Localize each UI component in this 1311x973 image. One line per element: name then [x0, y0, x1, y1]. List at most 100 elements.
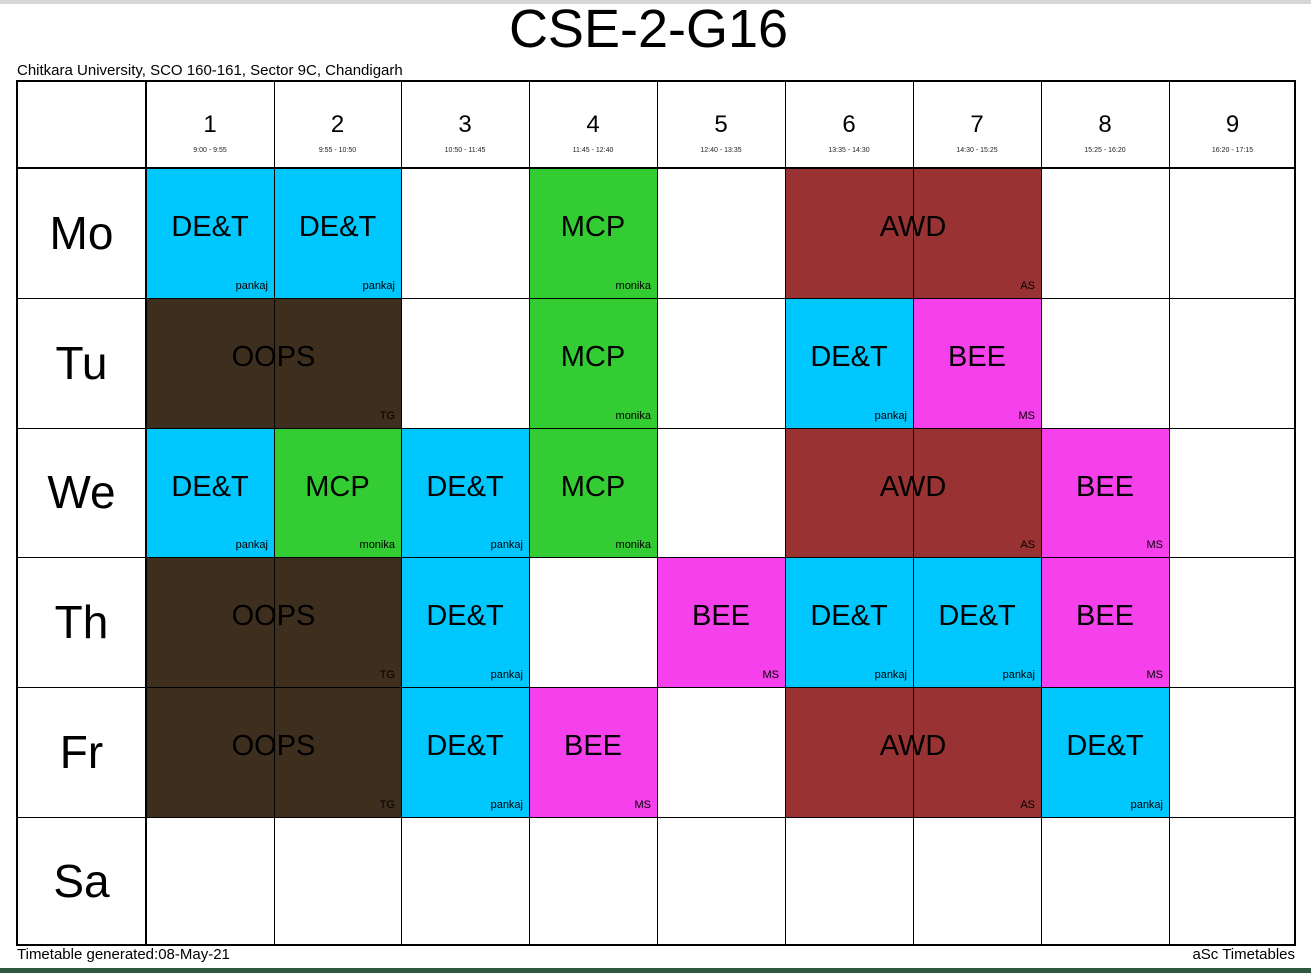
lesson-cell: MCP monika — [529, 298, 657, 428]
period-header: 7 14:30 - 15:25 — [913, 82, 1041, 168]
lesson-subject: BEE — [947, 341, 1007, 373]
period-time: 12:40 - 13:35 — [700, 147, 742, 154]
period-number: 3 — [458, 111, 472, 138]
lesson-cell: BEE MS — [913, 298, 1041, 428]
lesson-subject: DE&T — [426, 600, 504, 632]
lesson-cell: BEE MS — [657, 557, 785, 687]
period-header: 2 9:55 - 10:50 — [274, 82, 401, 168]
period-time: 13:35 - 14:30 — [828, 147, 870, 154]
grid-column-line — [145, 82, 147, 944]
lesson-cell: DE&T pankaj — [785, 557, 913, 687]
day-label: We — [47, 466, 116, 518]
timetable-grid: DE&T pankaj DE&T pankaj MCP monika AWD AS OOPS TG… — [16, 80, 1296, 946]
period-header: 3 10:50 - 11:45 — [401, 82, 529, 168]
period-time: 16:20 - 17:15 — [1211, 147, 1254, 154]
lesson-cell: BEE MS — [1041, 557, 1169, 687]
lesson-cell: DE&T pankaj — [401, 428, 529, 557]
day-label: Tu — [55, 337, 108, 389]
period-number: 5 — [714, 111, 728, 138]
lesson-cell: MCP monika — [529, 428, 657, 557]
lesson-teacher: pankaj — [1002, 669, 1035, 681]
period-header: 6 13:35 - 14:30 — [785, 82, 913, 168]
lesson-teacher: MS — [762, 669, 780, 681]
lesson-subject: DE&T — [1066, 730, 1144, 762]
period-time: 14:30 - 15:25 — [956, 147, 998, 154]
lesson-teacher: monika — [615, 410, 651, 422]
grid-column-line — [1041, 82, 1042, 944]
lesson-cell: DE&T pankaj — [785, 298, 913, 428]
day-label: Sa — [53, 855, 110, 907]
grid-column-line — [785, 82, 786, 944]
lesson-cell: BEE MS — [1041, 428, 1169, 557]
grid-row-line — [18, 428, 1294, 429]
lesson-cell: DE&T pankaj — [913, 557, 1041, 687]
period-time: 10:50 - 11:45 — [444, 147, 486, 154]
period-header: 1 9:00 - 9:55 — [146, 82, 274, 168]
period-number: 6 — [842, 111, 856, 138]
lesson-subject: BEE — [1075, 471, 1135, 503]
period-time: 9:55 - 10:50 — [318, 147, 357, 154]
grid-row-line — [18, 557, 1294, 558]
lesson-teacher: TG — [379, 669, 395, 681]
lesson-subject: DE&T — [426, 471, 504, 503]
lesson-teacher: pankaj — [235, 539, 268, 551]
period-number: 1 — [203, 111, 217, 138]
period-time: 15:25 - 16:20 — [1084, 147, 1126, 154]
lesson-teacher: pankaj — [490, 799, 523, 811]
period-header: 8 15:25 - 16:20 — [1041, 82, 1169, 168]
lesson-subject: MCP — [305, 471, 370, 503]
lesson-cell: DE&T pankaj — [146, 428, 274, 557]
day-label: Fr — [59, 726, 104, 778]
lesson-teacher: monika — [615, 280, 651, 292]
period-header: 4 11:45 - 12:40 — [529, 82, 657, 168]
lesson-teacher: MS — [1146, 669, 1164, 681]
lesson-teacher: TG — [379, 799, 395, 811]
lesson-subject: BEE — [691, 600, 751, 632]
lesson-subject: DE&T — [810, 600, 888, 632]
grid-column-line — [657, 82, 658, 944]
grid-row-line — [18, 817, 1294, 818]
lesson-teacher: pankaj — [490, 539, 523, 551]
period-number: 9 — [1225, 111, 1240, 138]
lesson-subject: DE&T — [298, 211, 377, 243]
period-number: 7 — [970, 111, 984, 138]
lesson-cell: DE&T pankaj — [1041, 687, 1169, 817]
lesson-cell: DE&T pankaj — [274, 168, 401, 298]
lesson-subject: DE&T — [810, 341, 888, 373]
period-number: 8 — [1098, 111, 1112, 138]
lesson-subject: DE&T — [426, 730, 504, 762]
lesson-teacher: AS — [1020, 799, 1035, 811]
lesson-teacher: AS — [1020, 539, 1035, 551]
lesson-subject: DE&T — [171, 471, 249, 503]
brand-label: aSc Timetables — [1192, 946, 1295, 963]
lesson-teacher: MS — [1146, 539, 1164, 551]
period-header: 5 12:40 - 13:35 — [657, 82, 785, 168]
lesson-teacher: pankaj — [1130, 799, 1163, 811]
lesson-teacher: pankaj — [362, 280, 395, 292]
viewer-bottom-bar — [0, 968, 1311, 973]
grid-row-line — [18, 687, 1294, 688]
lesson-teacher: monika — [615, 539, 651, 551]
lesson-subject: DE&T — [938, 600, 1016, 632]
lesson-subject: MCP — [560, 211, 626, 243]
lesson-cell: DE&T pankaj — [146, 168, 274, 298]
period-number: 2 — [330, 111, 345, 138]
lesson-cell: MCP monika — [529, 168, 657, 298]
period-number: 4 — [586, 111, 600, 138]
lesson-teacher: pankaj — [235, 280, 268, 292]
lesson-cell: DE&T pankaj — [401, 557, 529, 687]
grid-row-line — [18, 298, 1294, 299]
day-label: Th — [54, 596, 109, 648]
lesson-cell: MCP monika — [274, 428, 401, 557]
lesson-teacher: pankaj — [874, 669, 907, 681]
lesson-subject: BEE — [563, 730, 623, 762]
lesson-teacher: MS — [634, 799, 652, 811]
lesson-subject: DE&T — [171, 211, 249, 243]
generated-date: Timetable generated:08-May-21 — [17, 946, 230, 963]
lesson-teacher: AS — [1020, 280, 1035, 292]
grid-column-line — [529, 82, 530, 944]
lesson-subject: MCP — [560, 471, 626, 503]
period-time: 11:45 - 12:40 — [572, 147, 614, 154]
timetable-title: CSE-2-G16 — [508, 0, 789, 59]
grid-column-line — [401, 82, 402, 944]
